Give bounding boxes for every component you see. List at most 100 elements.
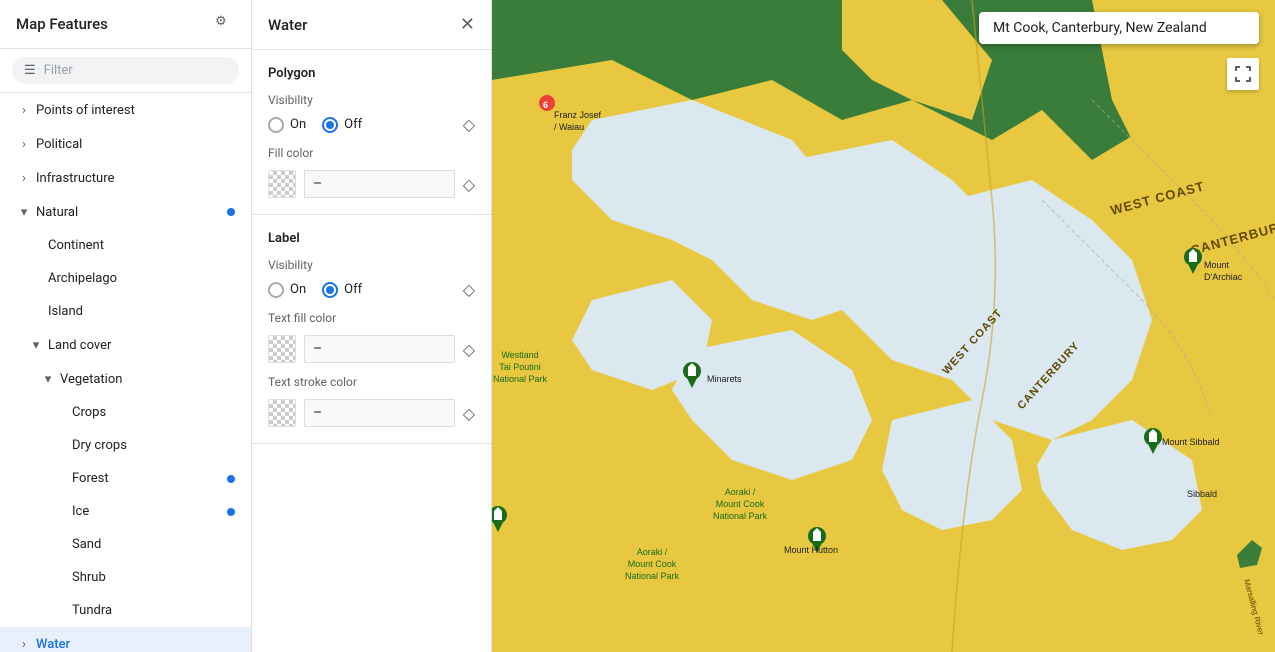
nav-label-vegetation: Vegetation: [60, 372, 235, 387]
nav-item-points-of-interest[interactable]: › Points of interest: [0, 93, 251, 127]
label-off-label: Off: [344, 282, 362, 297]
search-text: Mt Cook, Canterbury, New Zealand: [993, 20, 1207, 36]
nav-label-ice: Ice: [72, 504, 227, 519]
nav-item-water[interactable]: › Water: [0, 627, 251, 652]
nav-item-crops[interactable]: Crops: [0, 396, 251, 429]
nav-label-island: Island: [48, 304, 235, 319]
nav-label-land-cover: Land cover: [48, 338, 235, 353]
svg-text:Mount Cook: Mount Cook: [628, 559, 677, 569]
nav-item-archipelago[interactable]: Archipelago: [0, 262, 251, 295]
fill-color-value: –: [304, 170, 455, 198]
filter-input-container[interactable]: ☰ Filter: [12, 57, 239, 84]
label-off-radio[interactable]: Off: [322, 282, 362, 298]
text-fill-color-label: Text fill color: [268, 311, 475, 325]
svg-text:Minarets: Minarets: [707, 374, 742, 384]
svg-text:Westland: Westland: [501, 350, 538, 360]
label-off-circle: [322, 282, 338, 298]
nav-item-tundra[interactable]: Tundra: [0, 594, 251, 627]
polygon-visibility-label: Visibility: [268, 93, 475, 107]
svg-text:Tai Poutini: Tai Poutini: [499, 362, 541, 372]
svg-text:National Park: National Park: [493, 374, 548, 384]
panel-header: Map Features ⚙: [0, 0, 251, 49]
middle-panel-title: Water: [268, 16, 307, 34]
nav-item-ice[interactable]: Ice: [0, 495, 251, 528]
nav-label-forest: Forest: [72, 471, 227, 486]
fill-color-diamond[interactable]: ◇: [463, 175, 475, 194]
fill-color-swatch[interactable]: [268, 170, 296, 198]
text-fill-color-value: –: [304, 335, 455, 363]
svg-text:Sibbald: Sibbald: [1187, 489, 1217, 499]
svg-text:Mount: Mount: [1204, 260, 1230, 270]
nav-item-vegetation[interactable]: ▾ Vegetation: [0, 362, 251, 396]
text-stroke-color-diamond[interactable]: ◇: [463, 404, 475, 423]
nav-label-points-of-interest: Points of interest: [36, 103, 235, 118]
svg-text:Mount Hutton: Mount Hutton: [784, 545, 838, 555]
svg-text:Franz Josef: Franz Josef: [554, 110, 602, 120]
search-box[interactable]: Mt Cook, Canterbury, New Zealand: [979, 12, 1259, 44]
nav-item-infrastructure[interactable]: › Infrastructure: [0, 161, 251, 195]
nav-item-political[interactable]: ›Political: [0, 127, 251, 161]
nav-label-natural: Natural: [36, 205, 227, 220]
polygon-off-circle: [322, 117, 338, 133]
nav-item-shrub[interactable]: Shrub: [0, 561, 251, 594]
text-stroke-color-row: – ◇: [268, 399, 475, 427]
polygon-on-radio[interactable]: On: [268, 117, 306, 133]
nav-item-forest[interactable]: Forest: [0, 462, 251, 495]
nav-tree: ›Points of interest›Political›Infrastruc…: [0, 93, 251, 652]
polygon-visibility-diamond[interactable]: ◇: [463, 115, 475, 134]
nav-label-sand: Sand: [72, 537, 235, 552]
svg-text:Aoraki /: Aoraki /: [637, 547, 668, 557]
label-visibility-diamond[interactable]: ◇: [463, 280, 475, 299]
text-fill-color-row: – ◇: [268, 335, 475, 363]
dot-natural: [227, 208, 235, 216]
text-stroke-color-label: Text stroke color: [268, 375, 475, 389]
filter-icon: ☰: [24, 63, 36, 78]
nav-item-land-cover[interactable]: ▾Land cover: [0, 328, 251, 362]
polygon-on-label: On: [290, 117, 306, 132]
map-svg: WEST COAST CANTERBURY WEST COAST CANTERB…: [492, 0, 1275, 652]
nav-label-continent: Continent: [48, 238, 235, 253]
nav-label-water: Water: [36, 637, 235, 652]
nav-item-sand[interactable]: Sand: [0, 528, 251, 561]
label-visibility-row: On Off ◇: [268, 280, 475, 299]
filter-placeholder: Filter: [44, 63, 73, 78]
chevron-vegetation: ▾: [40, 371, 56, 387]
chevron-natural: ▾: [16, 204, 32, 220]
svg-text:6: 6: [543, 100, 548, 110]
chevron-political: ›: [16, 136, 32, 152]
gear-icon[interactable]: ⚙: [215, 14, 235, 34]
nav-label-crops: Crops: [72, 405, 235, 420]
middle-header: Water ✕: [252, 0, 491, 50]
chevron-water: ›: [16, 636, 32, 652]
close-icon[interactable]: ✕: [460, 14, 475, 35]
svg-text:National Park: National Park: [713, 511, 768, 521]
svg-text:Mount Sibbald: Mount Sibbald: [1162, 437, 1220, 447]
nav-label-dry-crops: Dry crops: [72, 438, 235, 453]
svg-text:National Park: National Park: [625, 571, 680, 581]
polygon-off-radio[interactable]: Off: [322, 117, 362, 133]
label-section: Label Visibility On Off ◇ Text fill colo…: [252, 215, 491, 444]
text-stroke-color-swatch[interactable]: [268, 399, 296, 427]
svg-text:Aoraki /: Aoraki /: [725, 487, 756, 497]
label-on-radio[interactable]: On: [268, 282, 306, 298]
fullscreen-button[interactable]: [1227, 58, 1259, 90]
text-stroke-color-value: –: [304, 399, 455, 427]
dot-forest: [227, 475, 235, 483]
nav-item-island[interactable]: Island: [0, 295, 251, 328]
chevron-points-of-interest: ›: [16, 102, 32, 118]
label-heading: Label: [268, 231, 475, 246]
svg-text:/ Waiau: / Waiau: [554, 122, 584, 132]
nav-item-natural[interactable]: ▾ Natural: [0, 195, 251, 229]
nav-item-dry-crops[interactable]: Dry crops: [0, 429, 251, 462]
nav-item-continent[interactable]: Continent: [0, 229, 251, 262]
chevron-infrastructure: ›: [16, 170, 32, 186]
nav-label-shrub: Shrub: [72, 570, 235, 585]
svg-text:Mount Cook: Mount Cook: [716, 499, 765, 509]
nav-label-infrastructure: Infrastructure: [36, 171, 235, 186]
polygon-on-circle: [268, 117, 284, 133]
text-fill-color-diamond[interactable]: ◇: [463, 340, 475, 359]
panel-title: Map Features: [16, 15, 108, 33]
polygon-heading: Polygon: [268, 66, 475, 81]
map-area[interactable]: WEST COAST CANTERBURY WEST COAST CANTERB…: [492, 0, 1275, 652]
text-fill-color-swatch[interactable]: [268, 335, 296, 363]
